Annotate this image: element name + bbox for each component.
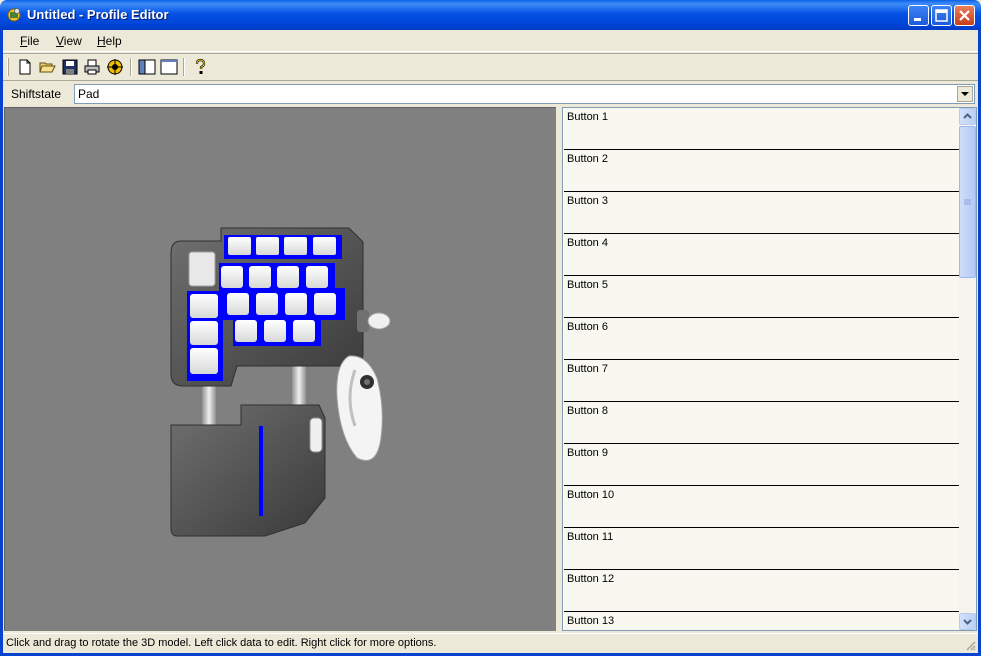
dropdown-arrow-button[interactable] xyxy=(957,86,973,102)
minimize-button[interactable] xyxy=(908,5,929,26)
list-item-label: Button 5 xyxy=(567,279,608,291)
list-item[interactable]: Button 6 xyxy=(564,318,959,360)
menu-view[interactable]: View xyxy=(56,34,82,48)
title-bar[interactable]: Untitled - Profile Editor xyxy=(0,0,981,30)
list-item[interactable]: Button 8 xyxy=(564,402,959,444)
vertical-scrollbar[interactable] xyxy=(959,108,976,630)
menu-view-label: iew xyxy=(63,34,82,48)
list-item[interactable]: Button 9 xyxy=(564,444,959,486)
3d-model-viewport[interactable] xyxy=(4,107,556,631)
menu-file-label: ile xyxy=(27,34,40,48)
split-view-icon[interactable] xyxy=(138,58,156,76)
close-button[interactable] xyxy=(954,5,975,26)
list-item-label: Button 12 xyxy=(567,573,615,585)
list-item-label: Button 7 xyxy=(567,363,608,375)
menu-help-label: elp xyxy=(105,34,122,48)
open-icon[interactable] xyxy=(38,58,56,76)
list-item-label: Button 2 xyxy=(567,153,608,165)
grip-icon xyxy=(964,199,971,205)
list-item[interactable]: Button 11 xyxy=(564,528,959,570)
scroll-up-button[interactable] xyxy=(959,108,976,125)
window-title: Untitled - Profile Editor xyxy=(27,7,169,22)
list-item-label: Button 11 xyxy=(567,531,614,543)
menu-view-accel: V xyxy=(56,34,64,48)
app-icon xyxy=(7,8,21,22)
list-item[interactable]: Button 4 xyxy=(564,234,959,276)
chevron-down-icon xyxy=(961,92,969,96)
button-list: Button 1 Button 2 Button 3 Button 4 Butt… xyxy=(562,107,977,631)
menu-help-accel: H xyxy=(97,34,106,48)
status-bar: Click and drag to rotate the 3D model. L… xyxy=(3,633,978,653)
toolbar-grip[interactable] xyxy=(7,58,9,76)
list-item-label: Button 8 xyxy=(567,405,608,417)
scroll-down-button[interactable] xyxy=(959,613,976,630)
list-item-label: Button 10 xyxy=(567,489,615,501)
list-item-label: Button 9 xyxy=(567,447,608,459)
shiftstate-value: Pad xyxy=(78,87,100,101)
list-item-label: Button 4 xyxy=(567,237,608,249)
single-view-icon[interactable] xyxy=(160,58,178,76)
close-icon xyxy=(959,10,970,21)
scrollbar-thumb[interactable] xyxy=(959,126,976,278)
resize-grip-icon[interactable] xyxy=(964,639,976,651)
maximize-icon xyxy=(935,9,948,22)
toolbar xyxy=(3,53,978,81)
list-item[interactable]: Button 1 xyxy=(564,108,959,150)
menu-file[interactable]: File xyxy=(20,34,39,48)
chevron-up-icon xyxy=(963,113,972,119)
list-item-label: Button 13 xyxy=(567,615,615,627)
shiftstate-label: Shiftstate xyxy=(11,87,62,101)
new-icon[interactable] xyxy=(16,58,34,76)
help-icon[interactable] xyxy=(191,58,209,76)
chevron-down-icon xyxy=(963,619,972,625)
list-item[interactable]: Button 10 xyxy=(564,486,959,528)
toolbar-separator xyxy=(130,58,132,76)
list-item[interactable]: Button 2 xyxy=(564,150,959,192)
menu-bar: File View Help xyxy=(3,30,978,52)
toolbar-separator xyxy=(183,58,185,76)
shiftstate-row: Shiftstate Pad xyxy=(3,82,978,106)
menu-help[interactable]: Help xyxy=(97,34,122,48)
maximize-button[interactable] xyxy=(931,5,952,26)
list-item[interactable]: Button 7 xyxy=(564,360,959,402)
list-item[interactable]: Button 13 xyxy=(564,612,959,630)
list-item[interactable]: Button 5 xyxy=(564,276,959,318)
status-text: Click and drag to rotate the 3D model. L… xyxy=(6,637,437,649)
save-icon[interactable] xyxy=(61,58,79,76)
shiftstate-dropdown[interactable]: Pad xyxy=(74,84,975,104)
gamepad-3d-model xyxy=(170,227,391,537)
list-item-label: Button 1 xyxy=(567,111,608,123)
print-icon[interactable] xyxy=(83,58,101,76)
list-item[interactable]: Button 3 xyxy=(564,192,959,234)
list-item-label: Button 3 xyxy=(567,195,608,207)
target-icon[interactable] xyxy=(106,58,124,76)
window-frame-left xyxy=(0,30,3,656)
list-item-label: Button 6 xyxy=(567,321,608,333)
list-item[interactable]: Button 12 xyxy=(564,570,959,612)
minimize-icon xyxy=(914,18,921,21)
